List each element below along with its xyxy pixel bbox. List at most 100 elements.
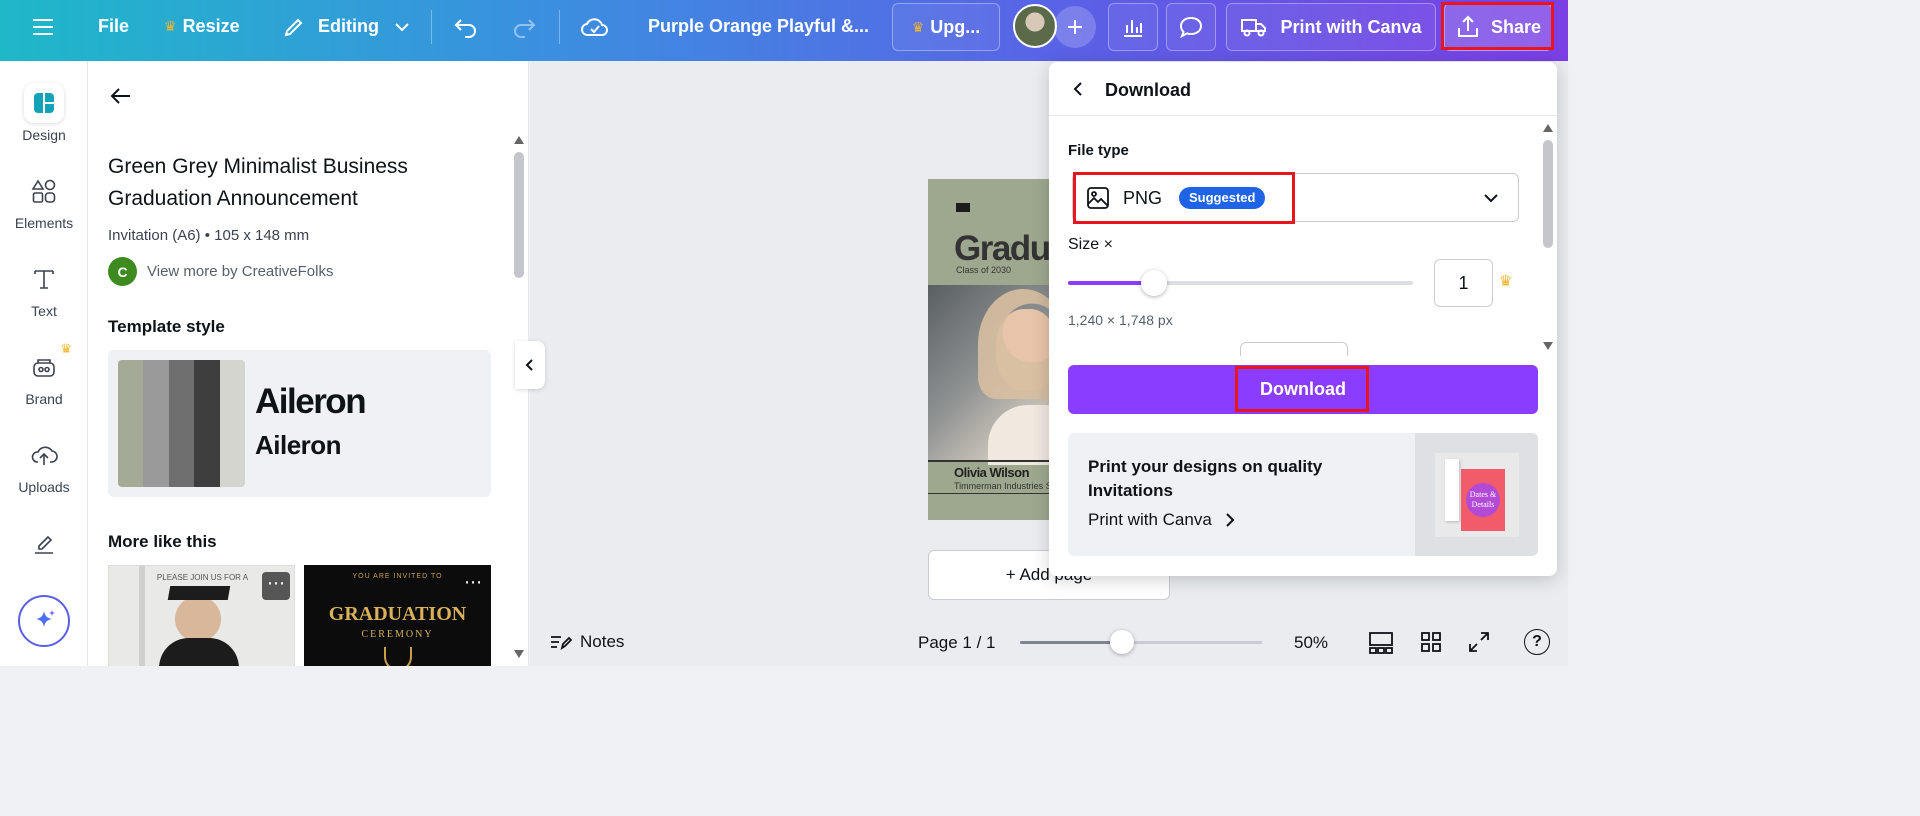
promo-title-line: Invitations: [1088, 481, 1174, 500]
file-type-value: PNG: [1123, 188, 1163, 208]
insights-button[interactable]: [1108, 3, 1158, 51]
chevron-left-icon: [525, 359, 533, 371]
page-indicator[interactable]: Page 1 / 1: [918, 633, 996, 653]
author-link[interactable]: View more by CreativeFolks: [147, 263, 333, 280]
color-swatch: [143, 360, 169, 487]
template-thumbnail[interactable]: YOU ARE INVITED TO GRADUATION CEREMONY ⋯: [304, 565, 491, 666]
font-heading-sample: Aileron: [255, 382, 367, 421]
resize-button[interactable]: ♛ Resize: [164, 0, 240, 53]
cloud-save-status[interactable]: [580, 0, 610, 53]
crown-icon: ♛: [911, 18, 925, 35]
panel-scrollbar[interactable]: [514, 136, 524, 658]
author-row[interactable]: C View more by CreativeFolks: [108, 257, 333, 286]
rail-label: Design: [22, 127, 66, 143]
template-meta: Invitation (A6) • 105 x 148 mm: [108, 227, 310, 244]
rail-item-design[interactable]: Design: [0, 83, 88, 143]
crown-icon: ♛: [164, 18, 177, 34]
size-slider-knob[interactable]: [1141, 270, 1168, 296]
grid-icon: [1421, 632, 1441, 652]
back-button[interactable]: [108, 83, 134, 114]
share-button[interactable]: Share: [1444, 3, 1552, 51]
add-collaborator-button[interactable]: [1054, 6, 1096, 48]
template-details-panel: Green Grey Minimalist Business Graduatio…: [88, 61, 529, 666]
more-options-button[interactable]: ⋯: [459, 571, 487, 599]
undo-button[interactable]: [453, 0, 479, 53]
bar-chart-icon: [1124, 20, 1142, 37]
fullscreen-button[interactable]: [1468, 631, 1490, 658]
rail-label: Text: [31, 303, 57, 319]
scroll-up-arrow[interactable]: [514, 136, 524, 144]
notes-button[interactable]: Notes: [548, 631, 624, 653]
document-title[interactable]: Purple Orange Playful &...: [648, 0, 869, 53]
rail-item-draw[interactable]: [0, 523, 88, 567]
scroll-thumb[interactable]: [1543, 140, 1553, 248]
scroll-thumb[interactable]: [514, 152, 524, 278]
class-of-text[interactable]: Class of 2030: [956, 265, 1011, 275]
text-icon: [24, 259, 64, 299]
grid-view-button[interactable]: [1368, 631, 1394, 660]
download-back-button[interactable]: [1069, 80, 1087, 103]
help-button[interactable]: ?: [1524, 629, 1550, 655]
rail-item-text[interactable]: Text: [0, 259, 88, 319]
scroll-down-arrow[interactable]: [1543, 342, 1553, 350]
redo-icon: [514, 18, 536, 38]
side-rail: Design Elements Text ♛ Brand Uploads: [0, 61, 88, 666]
thumbnail-view-button[interactable]: [1420, 631, 1442, 658]
name-text[interactable]: Olivia Wilson: [954, 465, 1030, 480]
promo-link[interactable]: Print with Canva: [1088, 510, 1238, 530]
more-options-button[interactable]: ⋯: [262, 572, 290, 600]
scroll-up-arrow[interactable]: [1543, 124, 1553, 132]
popover-scrollbar[interactable]: [1543, 124, 1553, 352]
download-button[interactable]: Download: [1068, 365, 1538, 414]
magic-ai-button[interactable]: [18, 595, 70, 647]
menu-button[interactable]: [30, 0, 56, 53]
truck-icon: [1241, 19, 1267, 37]
sparkle-icon: [36, 610, 55, 627]
size-input[interactable]: 1: [1434, 259, 1493, 307]
print-promo-card[interactable]: Print your designs on quality Invitation…: [1068, 433, 1538, 556]
size-label: Size ×: [1068, 236, 1113, 253]
chevron-left-icon: [1073, 82, 1082, 96]
rail-item-elements[interactable]: Elements: [0, 171, 88, 231]
zoom-slider[interactable]: [1020, 630, 1262, 654]
font-body-sample: Aileron: [255, 430, 342, 460]
notes-label: Notes: [580, 632, 625, 651]
draw-icon: [24, 523, 64, 563]
zoom-slider-knob[interactable]: [1109, 630, 1134, 654]
comments-button[interactable]: [1166, 3, 1216, 51]
resize-label: Resize: [182, 16, 240, 36]
editing-mode-button[interactable]: Editing: [282, 0, 411, 53]
graduation-cap: [167, 586, 231, 600]
expand-icon: [1469, 632, 1489, 652]
size-slider[interactable]: [1068, 270, 1413, 296]
file-menu[interactable]: File: [98, 0, 129, 53]
rail-item-brand[interactable]: ♛ Brand: [0, 341, 88, 407]
redo-button[interactable]: [511, 0, 537, 53]
print-with-canva-button[interactable]: Print with Canva: [1226, 3, 1436, 51]
scroll-down-arrow[interactable]: [514, 650, 524, 658]
title-line: Green Grey Minimalist Business: [108, 155, 408, 178]
download-popover: Download File type PNG Suggested Size × …: [1049, 62, 1557, 576]
template-thumbnail[interactable]: PLEASE JOIN US FOR A ⋯: [108, 565, 295, 666]
divider: [1049, 115, 1557, 116]
rail-item-uploads[interactable]: Uploads: [0, 435, 88, 495]
thumbnail-person: [175, 596, 221, 642]
upgrade-button[interactable]: ♛ Upg...: [892, 3, 1000, 51]
author-avatar: C: [108, 257, 137, 286]
company-text[interactable]: Timmerman Industries S: [954, 481, 1052, 491]
collapse-panel-button[interactable]: [515, 341, 545, 389]
template-style-card[interactable]: Aileron Aileron: [108, 350, 491, 497]
card-title[interactable]: Gradu: [954, 229, 1051, 269]
color-palette: [118, 360, 245, 487]
partial-option-box[interactable]: [1240, 342, 1348, 356]
image-icon: [1087, 187, 1109, 209]
file-type-select[interactable]: PNG Suggested: [1072, 173, 1519, 222]
avatar[interactable]: [1013, 4, 1057, 48]
plus-icon: [1068, 20, 1082, 34]
divider: [431, 10, 432, 44]
pencil-icon: [284, 18, 303, 36]
color-swatch: [168, 360, 195, 487]
zoom-level[interactable]: 50%: [1294, 633, 1328, 653]
download-title: Download: [1105, 80, 1191, 100]
hamburger-icon: [33, 18, 53, 35]
